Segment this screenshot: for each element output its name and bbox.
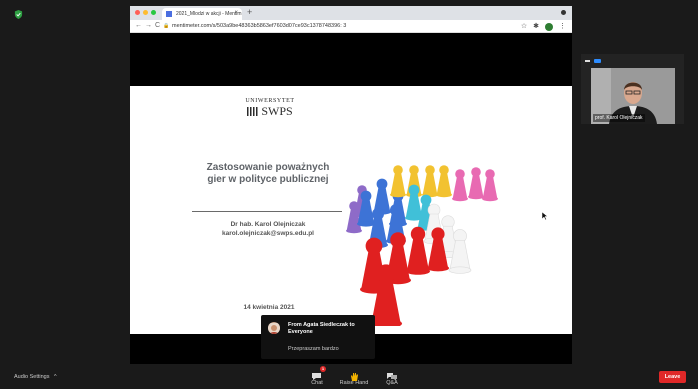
- back-icon[interactable]: ←: [135, 22, 142, 29]
- window-controls: [135, 10, 156, 15]
- author-email: karol.olejniczak@swps.edu.pl: [222, 230, 314, 237]
- tab-title: 2021_Mlodzi w akcji - Mentim: [176, 11, 242, 17]
- hand-icon: [348, 368, 360, 381]
- leave-button[interactable]: Leave: [659, 371, 686, 383]
- qa-icon: [386, 368, 398, 381]
- browser-tabbar: 2021_Mlodzi w akcji - Mentim × +: [130, 6, 572, 20]
- close-dot[interactable]: [135, 10, 140, 15]
- slide-author: Dr hab. Karol Olejniczak karol.olejnicza…: [200, 220, 336, 238]
- title-divider: [192, 211, 342, 212]
- zoom-meeting-window: 2021_Mlodzi w akcji - Mentim × + ← → C 🔒…: [0, 0, 698, 389]
- chat-badge: 1: [320, 366, 326, 372]
- new-tab-button[interactable]: +: [247, 7, 252, 17]
- sender-avatar: [268, 322, 280, 334]
- star-icon[interactable]: ☆: [521, 22, 527, 31]
- minimize-icon[interactable]: [585, 60, 590, 62]
- university-logo: UNIWERSYTET SWPS: [242, 98, 298, 117]
- url-field[interactable]: mentimeter.com/s/503a9be48363b5863ef7603…: [172, 23, 346, 29]
- audio-settings-label: Audio Settings: [14, 374, 50, 380]
- reload-icon[interactable]: C: [155, 22, 160, 29]
- meeting-toolbar: Audio Settings ^ 1 Chat Raise Hand Q&A L…: [0, 366, 698, 389]
- shared-screen: 2021_Mlodzi w akcji - Mentim × + ← → C 🔒…: [130, 6, 572, 364]
- sender-avatar-figure: [268, 323, 280, 334]
- menu-icon[interactable]: ⋮: [559, 22, 566, 31]
- tile-controls: [585, 59, 601, 63]
- tab-close-icon[interactable]: ×: [234, 10, 238, 16]
- logo-name: SWPS: [261, 104, 293, 118]
- author-name: Dr hab. Karol Olejniczak: [230, 221, 306, 228]
- chat-icon: 1: [311, 366, 326, 380]
- qa-button[interactable]: Q&A: [372, 368, 412, 386]
- extension-icon[interactable]: ✱: [533, 22, 539, 31]
- address-bar: ← → C 🔒 mentimeter.com/s/503a9be48363b58…: [130, 20, 572, 33]
- caret-up-icon[interactable]: ^: [54, 374, 57, 380]
- logo-bars-icon: [247, 107, 260, 116]
- slide-date: 14 kwietnia 2021: [243, 304, 295, 311]
- browser-tab[interactable]: 2021_Mlodzi w akcji - Mentim ×: [162, 8, 242, 20]
- audio-settings-button[interactable]: Audio Settings ^: [14, 374, 57, 380]
- logo-name-row: SWPS: [242, 105, 298, 117]
- shield-icon[interactable]: [14, 10, 23, 19]
- participant-video: prof. Karol Olejniczak: [591, 68, 675, 124]
- participant-tile[interactable]: prof. Karol Olejniczak: [581, 54, 684, 124]
- mouse-cursor-icon: [542, 212, 548, 220]
- chat-sender: From Agata Siedleczak to Everyone: [288, 322, 355, 335]
- chat-button[interactable]: 1 Chat: [297, 366, 337, 386]
- presentation-slide: UNIWERSYTET SWPS Zastosowanie poważnych …: [130, 86, 572, 334]
- favicon-icon: [166, 11, 172, 17]
- pawns-illustration: [346, 165, 498, 326]
- chat-message: Przepraszam bardzo: [288, 346, 339, 352]
- profile-avatar-icon[interactable]: [545, 23, 553, 31]
- participant-name: prof. Karol Olejniczak: [593, 114, 645, 122]
- browser-status-icon: [561, 10, 566, 15]
- video-toggle-icon[interactable]: [594, 59, 601, 63]
- maximize-dot[interactable]: [151, 10, 156, 15]
- browser-actions: ☆ ✱ ⋮: [521, 22, 566, 31]
- minimize-dot[interactable]: [143, 10, 148, 15]
- lock-icon: 🔒: [163, 23, 170, 29]
- forward-icon[interactable]: →: [145, 22, 152, 29]
- chat-notification[interactable]: From Agata Siedleczak to Everyone Przepr…: [261, 315, 375, 359]
- slide-title: Zastosowanie poważnych gier w polityce p…: [206, 162, 330, 185]
- raise-hand-button[interactable]: Raise Hand: [334, 368, 374, 386]
